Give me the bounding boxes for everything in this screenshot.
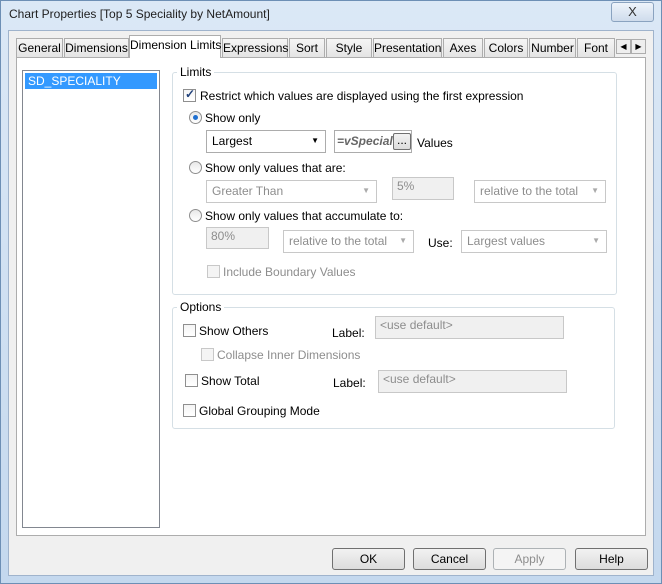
tab-style[interactable]: Style — [326, 38, 372, 58]
comparison-relative-dropdown[interactable]: relative to the total ▼ — [474, 180, 606, 203]
global-grouping-checkbox[interactable] — [183, 404, 196, 417]
window-title: Chart Properties [Top 5 Speciality by Ne… — [9, 7, 270, 21]
tab-dimension-limits[interactable]: Dimension Limits — [129, 35, 221, 58]
chevron-down-icon: ▼ — [362, 186, 370, 195]
tab-colors[interactable]: Colors — [484, 38, 528, 58]
limits-legend: Limits — [177, 65, 215, 79]
tab-general[interactable]: General — [16, 38, 63, 58]
accumulate-value-input[interactable]: 80% — [206, 227, 269, 249]
ok-button[interactable]: OK — [332, 548, 405, 570]
total-label-caption: Label: — [333, 376, 366, 390]
total-label-input[interactable]: <use default> — [378, 370, 567, 393]
chevron-down-icon: ▼ — [399, 236, 407, 245]
others-label-caption: Label: — [332, 326, 365, 340]
tab-font[interactable]: Font — [577, 38, 615, 58]
list-item[interactable]: SD_SPECIALITY — [25, 73, 157, 89]
use-dropdown[interactable]: Largest values ▼ — [461, 230, 607, 253]
dimension-list[interactable]: SD_SPECIALITY — [22, 70, 160, 528]
dropdown-value: Greater Than — [212, 184, 284, 198]
tab-axes[interactable]: Axes — [443, 38, 483, 58]
show-only-mode-dropdown[interactable]: Largest ▼ — [206, 130, 326, 153]
values-label: Values — [417, 136, 453, 150]
collapse-inner-checkbox[interactable] — [201, 348, 214, 361]
tab-scroll-left-icon[interactable]: ◀ — [616, 39, 631, 54]
show-only-label: Show only — [205, 111, 261, 125]
show-only-radio[interactable] — [189, 111, 202, 124]
others-label-input[interactable]: <use default> — [375, 316, 564, 339]
values-that-are-radio[interactable] — [189, 161, 202, 174]
restrict-label: Restrict which values are displayed usin… — [200, 89, 524, 103]
comparison-dropdown[interactable]: Greater Than ▼ — [206, 180, 377, 203]
chevron-down-icon: ▼ — [592, 236, 600, 245]
values-that-are-label: Show only values that are: — [205, 161, 346, 175]
comparison-value-input[interactable]: 5% — [392, 177, 454, 200]
tab-dimensions[interactable]: Dimensions — [64, 38, 129, 58]
show-others-label: Show Others — [199, 324, 269, 338]
dropdown-value: Largest values — [467, 234, 546, 248]
tab-number[interactable]: Number — [529, 38, 576, 58]
expression-value: =vSpecial — [337, 134, 393, 148]
show-total-label: Show Total — [201, 374, 260, 388]
tab-scroll-right-icon[interactable]: ▶ — [631, 39, 646, 54]
restrict-checkbox[interactable] — [183, 87, 196, 102]
expression-editor-button[interactable]: ... — [393, 133, 411, 150]
options-legend: Options — [177, 300, 225, 314]
tab-presentation[interactable]: Presentation — [373, 38, 442, 58]
tab-expressions[interactable]: Expressions — [222, 38, 288, 58]
apply-button[interactable]: Apply — [493, 548, 566, 570]
use-label: Use: — [428, 236, 453, 250]
chevron-down-icon: ▼ — [591, 186, 599, 195]
close-button[interactable]: X — [611, 2, 654, 22]
show-total-checkbox[interactable] — [185, 374, 198, 387]
show-others-checkbox[interactable] — [183, 324, 196, 337]
accumulate-relative-dropdown[interactable]: relative to the total ▼ — [283, 230, 414, 253]
accumulate-label: Show only values that accumulate to: — [205, 209, 404, 223]
accumulate-radio[interactable] — [189, 209, 202, 222]
dropdown-value: Largest — [212, 134, 253, 148]
help-button[interactable]: Help — [575, 548, 648, 570]
tab-sort[interactable]: Sort — [289, 38, 325, 58]
global-grouping-label: Global Grouping Mode — [199, 404, 320, 418]
dropdown-value: relative to the total — [289, 234, 388, 248]
collapse-inner-label: Collapse Inner Dimensions — [217, 348, 361, 362]
include-boundary-label: Include Boundary Values — [223, 265, 356, 279]
dropdown-value: relative to the total — [480, 184, 579, 198]
include-boundary-checkbox[interactable] — [207, 265, 220, 278]
cancel-button[interactable]: Cancel — [413, 548, 486, 570]
chevron-down-icon: ▼ — [311, 136, 319, 145]
